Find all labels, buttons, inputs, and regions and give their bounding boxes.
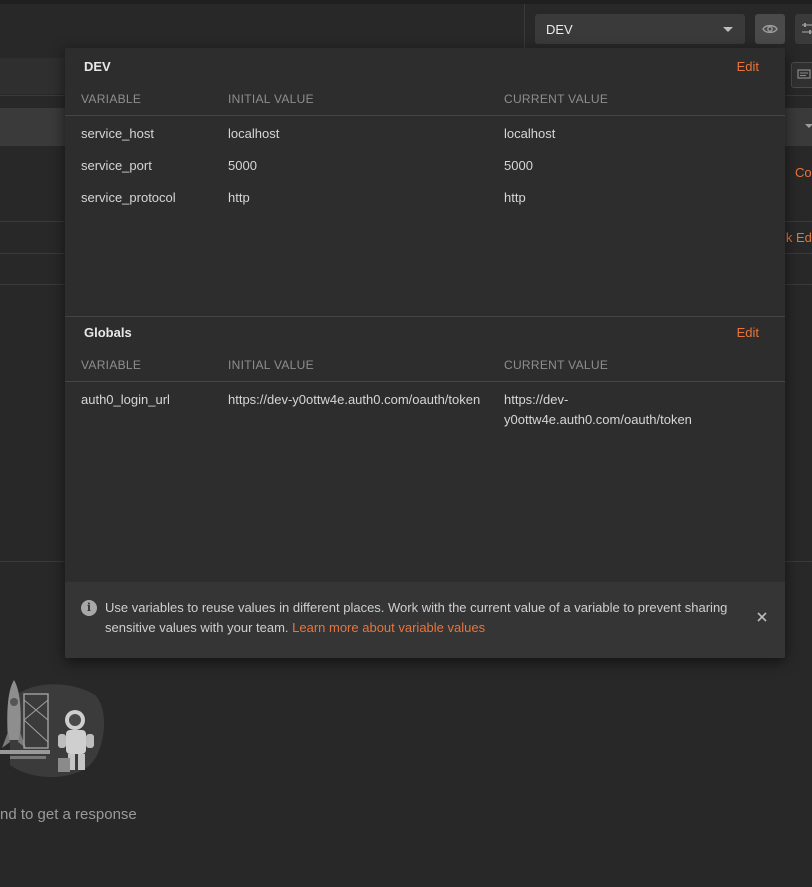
environment-variables-table: VARIABLE INITIAL VALUE CURRENT VALUE ser… [65,84,785,212]
current-value: http [504,190,526,205]
rocket-astronaut-illustration [0,680,105,778]
request-url-area [0,58,65,94]
globals-section-header: Globals Edit [65,314,785,350]
variable-name: auth0_login_url [81,392,170,407]
column-header-variable: VARIABLE [81,92,142,106]
table-row: service_protocol http http [65,180,785,212]
initial-value: localhost [228,126,280,141]
divider [0,221,65,222]
table-row: service_host localhost localhost [65,116,785,148]
empty-response-text: nd to get a response [0,806,137,823]
divider [785,284,812,285]
column-header-current-value: CURRENT VALUE [504,358,609,372]
close-icon[interactable] [755,610,769,624]
divider [0,561,65,562]
info-banner: i Use variables to reuse values in diffe… [65,582,785,658]
divider [0,253,65,254]
current-value: localhost [504,126,556,141]
manage-environments-button[interactable] [795,14,812,44]
initial-value: http [228,190,250,205]
initial-value: 5000 [228,158,257,173]
divider [0,284,65,285]
request-tabs-right [785,108,812,146]
column-header-initial-value: INITIAL VALUE [228,92,314,106]
environment-select[interactable]: DEV [535,14,745,44]
table-row: service_port 5000 5000 [65,148,785,180]
column-header-initial-value: INITIAL VALUE [228,358,314,372]
column-header-current-value: CURRENT VALUE [504,92,609,106]
environment-select-value: DEV [546,21,573,37]
environment-section-title: DEV [84,59,111,74]
learn-more-link[interactable]: Learn more about variable values [292,620,485,635]
divider [785,221,812,222]
info-text: Use variables to reuse values in differe… [105,598,735,638]
divider [785,253,812,254]
variable-name: service_port [81,158,152,173]
comment-icon [797,69,811,79]
environment-edit-link[interactable]: Edit [737,59,759,74]
table-header: VARIABLE INITIAL VALUE CURRENT VALUE [65,350,785,382]
globals-edit-link[interactable]: Edit [737,325,759,340]
request-tabs-bar [0,108,65,146]
variable-name: service_host [81,126,154,141]
sliders-icon [802,23,812,34]
divider [785,561,812,562]
header-divider [524,4,525,48]
column-header-variable: VARIABLE [81,358,142,372]
table-row: auth0_login_url https://dev-y0ottw4e.aut… [65,382,785,434]
current-value: https://dev-y0ottw4e.auth0.com/oauth/tok… [504,392,692,427]
info-icon: i [81,600,97,616]
current-value: 5000 [504,158,533,173]
table-header: VARIABLE INITIAL VALUE CURRENT VALUE [65,84,785,116]
cookies-link[interactable]: Co [795,165,812,180]
initial-value: https://dev-y0ottw4e.auth0.com/oauth/tok… [228,392,481,407]
globals-variables-table: VARIABLE INITIAL VALUE CURRENT VALUE aut… [65,350,785,434]
chevron-down-icon [805,124,812,128]
divider [785,95,812,96]
environment-section-header: DEV Edit [65,48,785,84]
eye-icon [762,24,778,34]
divider [0,95,65,96]
chevron-down-icon [723,27,733,32]
variable-name: service_protocol [81,190,176,205]
globals-section-title: Globals [84,325,132,340]
bulk-edit-link[interactable]: lk Ed [783,230,812,245]
environment-quick-look-popover: DEV Edit VARIABLE INITIAL VALUE CURRENT … [65,48,785,658]
environment-quick-look-button[interactable] [755,14,785,44]
comments-button[interactable] [791,62,812,88]
